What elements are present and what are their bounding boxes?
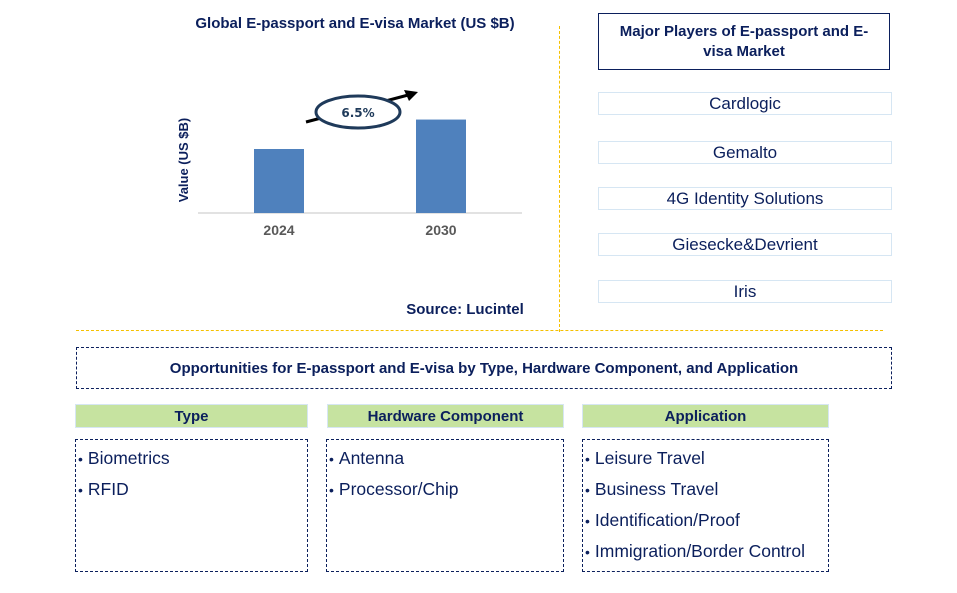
player-item: 4G Identity Solutions bbox=[598, 187, 892, 210]
list-item: • Leisure Travel bbox=[583, 443, 828, 474]
bullet-icon: • bbox=[78, 451, 83, 467]
bar-2030 bbox=[416, 119, 466, 213]
bullet-icon: • bbox=[78, 482, 83, 498]
opportunities-title: Opportunities for E-passport and E-visa … bbox=[76, 347, 892, 389]
bullet-icon: • bbox=[585, 544, 590, 560]
bullet-icon: • bbox=[585, 513, 590, 529]
category-box-application: • Leisure Travel • Business Travel • Identi… bbox=[582, 439, 829, 572]
category-header-application: Application bbox=[582, 404, 829, 428]
list-item: • RFID bbox=[76, 474, 307, 505]
chart-title: Global E-passport and E-visa Market (US … bbox=[195, 15, 515, 32]
category-box-hardware: • Antenna • Processor/Chip bbox=[326, 439, 564, 572]
list-item: • Identification/Proof bbox=[583, 505, 828, 536]
y-axis-label: Value (US $B) bbox=[176, 118, 191, 203]
bar-2024 bbox=[254, 149, 304, 213]
bar-chart: Value (US $B) 2024 2030 6.5% bbox=[176, 90, 522, 238]
bullet-icon: • bbox=[329, 451, 334, 467]
list-item: • Biometrics bbox=[76, 443, 307, 474]
bullet-icon: • bbox=[585, 482, 590, 498]
vertical-divider bbox=[559, 26, 560, 332]
x-tick-label: 2030 bbox=[425, 222, 456, 238]
bullet-icon: • bbox=[585, 451, 590, 467]
list-item-label: Identification/Proof bbox=[594, 510, 740, 530]
category-header-type: Type bbox=[75, 404, 308, 428]
x-tick-labels: 2024 2030 bbox=[263, 222, 456, 238]
category-box-type: • Biometrics • RFID bbox=[75, 439, 308, 572]
horizontal-divider bbox=[76, 330, 883, 331]
list-item-label: Immigration/Border Control bbox=[594, 541, 805, 561]
list-item: • Processor/Chip bbox=[327, 474, 563, 505]
category-header-hardware: Hardware Component bbox=[327, 404, 564, 428]
cagr-annotation: 6.5% bbox=[305, 90, 418, 130]
list-item-label: RFID bbox=[87, 479, 129, 499]
bullet-icon: • bbox=[329, 482, 334, 498]
cagr-label: 6.5% bbox=[341, 106, 374, 120]
list-item-label: Business Travel bbox=[594, 479, 719, 499]
list-item-label: Antenna bbox=[338, 448, 405, 468]
list-item: • Antenna bbox=[327, 443, 563, 474]
x-tick-label: 2024 bbox=[263, 222, 294, 238]
list-item-label: Leisure Travel bbox=[594, 448, 705, 468]
player-item: Cardlogic bbox=[598, 92, 892, 115]
list-item-label: Processor/Chip bbox=[338, 479, 459, 499]
list-item: • Business Travel bbox=[583, 474, 828, 505]
list-item-label: Biometrics bbox=[87, 448, 170, 468]
player-item: Iris bbox=[598, 280, 892, 303]
players-title: Major Players of E-passport and E-visa M… bbox=[598, 13, 890, 70]
player-item: Giesecke&Devrient bbox=[598, 233, 892, 256]
player-item: Gemalto bbox=[598, 141, 892, 164]
list-item: • Immigration/Border Control bbox=[583, 536, 828, 567]
source-label: Source: Lucintel bbox=[406, 301, 524, 318]
bars-group bbox=[254, 119, 466, 213]
